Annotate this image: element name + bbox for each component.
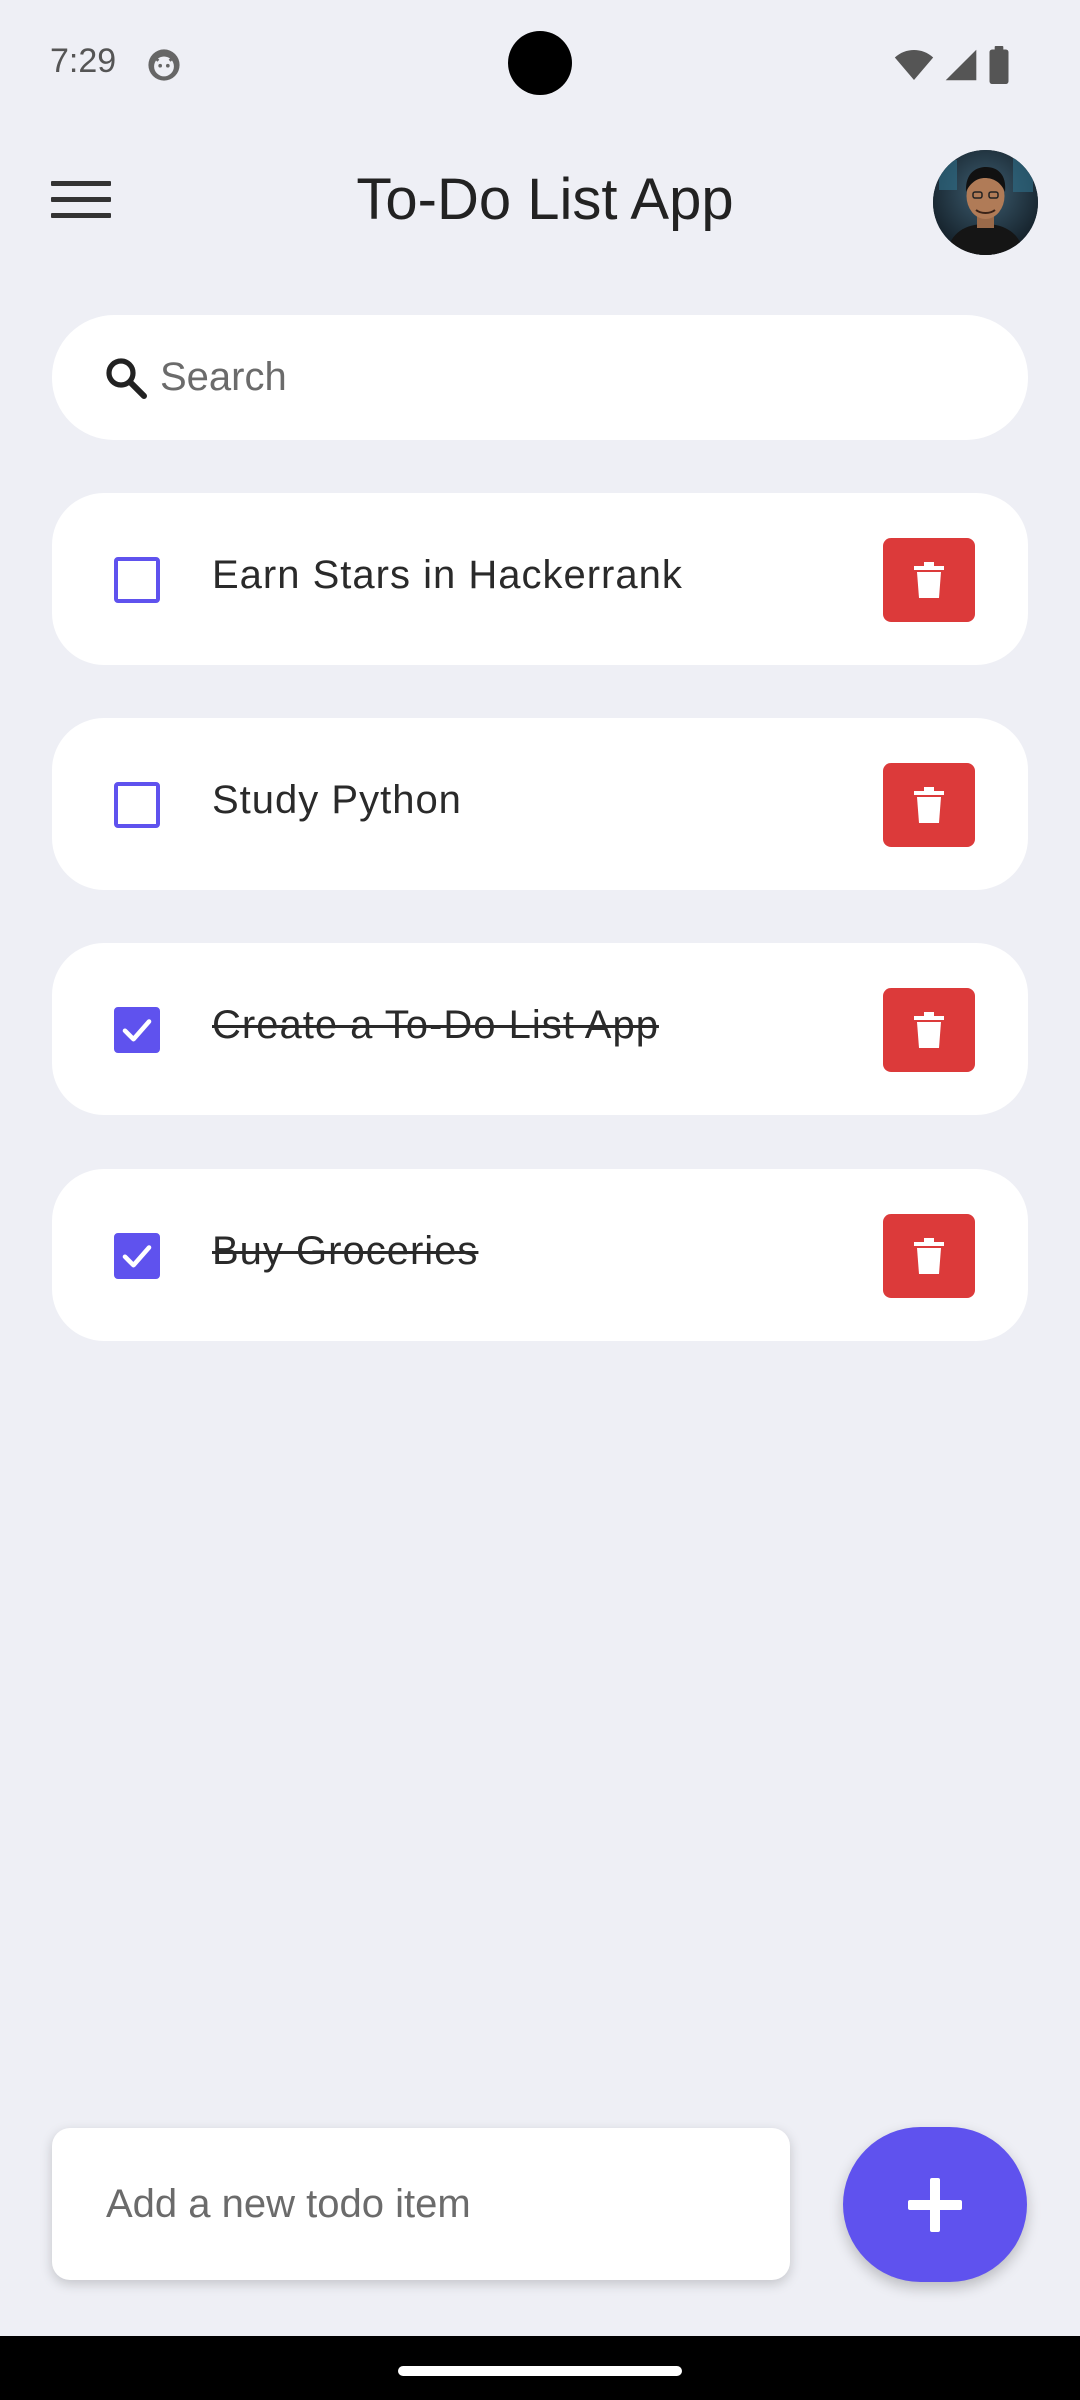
todo-checkbox[interactable] [114, 557, 160, 603]
trash-icon [914, 1238, 944, 1274]
status-bar: 7:29 [0, 0, 1080, 130]
todo-text: Earn Stars in Hackerrank [212, 553, 683, 597]
trash-icon [914, 1012, 944, 1048]
new-todo-input[interactable]: Add a new todo item [52, 2128, 790, 2280]
status-icons [894, 46, 1010, 84]
delete-button[interactable] [883, 1214, 975, 1298]
todo-item: Earn Stars in Hackerrank [52, 493, 1028, 665]
user-avatar[interactable] [933, 150, 1038, 255]
todo-checkbox[interactable] [114, 1007, 160, 1053]
navigation-bar [0, 2336, 1080, 2400]
search-input[interactable]: Search [52, 315, 1028, 440]
checkmark-icon [122, 1019, 152, 1042]
battery-icon [989, 46, 1009, 84]
todo-item: Create a To-Do List App [52, 943, 1028, 1115]
add-todo-button[interactable] [843, 2127, 1027, 2282]
search-icon [102, 354, 150, 402]
camera-cutout [508, 31, 572, 95]
app-bar: To-Do List App [0, 140, 1080, 260]
avatar-image [933, 150, 1038, 255]
todo-item: Buy Groceries [52, 1169, 1028, 1341]
trash-icon [914, 562, 944, 598]
page-title: To-Do List App [356, 167, 734, 232]
todo-checkbox[interactable] [114, 782, 160, 828]
delete-button[interactable] [883, 988, 975, 1072]
delete-button[interactable] [883, 538, 975, 622]
trash-icon [914, 787, 944, 823]
new-todo-placeholder: Add a new todo item [106, 2181, 471, 2226]
todo-text: Study Python [212, 778, 462, 822]
todo-text: Create a To-Do List App [212, 1003, 659, 1047]
home-gesture-handle[interactable] [398, 2366, 682, 2376]
status-time: 7:29 [50, 42, 117, 80]
delete-button[interactable] [883, 763, 975, 847]
search-placeholder: Search [160, 355, 287, 399]
checkmark-icon [122, 1245, 152, 1268]
todo-text: Buy Groceries [212, 1229, 479, 1273]
wifi-icon [894, 50, 934, 80]
todo-item: Study Python [52, 718, 1028, 890]
plus-icon [908, 2177, 962, 2232]
android-cat-icon [148, 49, 180, 81]
todo-checkbox[interactable] [114, 1233, 160, 1279]
signal-icon [945, 49, 977, 81]
